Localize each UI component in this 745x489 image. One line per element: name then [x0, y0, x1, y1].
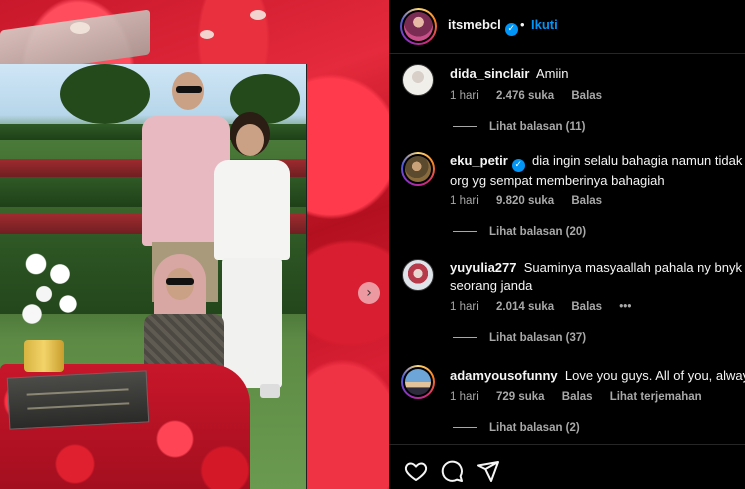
view-replies-label[interactable]: Lihat balasan (2)	[489, 422, 580, 434]
post-side-panel: itsmebcl ✓ • Ikuti dida_sinclair Amiin 1 …	[389, 0, 745, 489]
reply-button[interactable]: Balas	[562, 391, 593, 403]
white-petal	[200, 30, 214, 39]
comment-time: 1 hari	[450, 301, 479, 313]
comment-meta: 1 hari 2.476 suka Balas	[450, 90, 616, 102]
commenter-avatar[interactable]	[402, 259, 434, 291]
comment-icon[interactable]	[440, 459, 464, 483]
comment-time: 1 hari	[450, 195, 479, 207]
comment-meta: 1 hari 9.820 suka Balas	[450, 195, 616, 207]
view-replies-button[interactable]: Lihat balasan (11)	[453, 121, 586, 133]
view-replies-label[interactable]: Lihat balasan (11)	[489, 121, 586, 133]
post-header: itsmebcl ✓ • Ikuti	[389, 0, 745, 54]
family-photo	[0, 64, 307, 489]
comment-username[interactable]: dida_sinclair	[450, 66, 529, 81]
reply-button[interactable]: Balas	[571, 90, 602, 102]
verified-badge-icon: ✓	[504, 23, 518, 36]
view-replies-label[interactable]: Lihat balasan (20)	[489, 226, 586, 238]
gold-vase	[24, 340, 64, 372]
white-petal	[70, 22, 90, 34]
comment-username[interactable]: adamyousofunny	[450, 368, 558, 383]
comment-text: eku_petir ✓ dia ingin selalu bahagia namu…	[450, 152, 745, 190]
commenter-avatar[interactable]	[402, 64, 434, 96]
see-translation-button[interactable]: Lihat terjemahan	[610, 391, 702, 403]
chevron-right-icon[interactable]: ›	[358, 282, 380, 304]
account-username[interactable]: itsmebcl ✓	[448, 17, 518, 36]
heart-icon[interactable]	[404, 459, 428, 483]
comment-body: Love you guys. All of you, always	[564, 368, 745, 383]
account-avatar[interactable]	[400, 8, 437, 45]
comment-text: dida_sinclair Amiin	[450, 65, 569, 83]
white-orchid	[12, 244, 92, 344]
comment-username[interactable]: yuyulia277	[450, 260, 517, 275]
comment-text: yuyulia277 Suaminya masyaallah pahala ny…	[450, 259, 745, 295]
comment-text: adamyousofunny Love you guys. All of you…	[450, 367, 745, 385]
reply-button[interactable]: Balas	[571, 301, 602, 313]
reply-button[interactable]: Balas	[571, 195, 602, 207]
comment-likes[interactable]: 2.014 suka	[496, 301, 554, 313]
comment-body-line2: seorang janda	[450, 278, 533, 293]
view-replies-button[interactable]: Lihat balasan (2)	[453, 422, 580, 434]
comment-body-line1: dia ingin selalu bahagia namun tidak lu	[532, 153, 745, 168]
comment-likes[interactable]: 2.476 suka	[496, 90, 554, 102]
view-replies-button[interactable]: Lihat balasan (20)	[453, 226, 586, 238]
commenter-avatar[interactable]	[401, 365, 435, 399]
comment-likes[interactable]: 9.820 suka	[496, 195, 554, 207]
username-text[interactable]: itsmebcl	[448, 17, 501, 32]
comment-username[interactable]: eku_petir	[450, 153, 508, 168]
verified-badge-icon: ✓	[511, 159, 525, 172]
more-options-icon[interactable]: •••	[619, 301, 631, 313]
comment-body-line2: org yg sempat memberinya bahagiah	[450, 173, 665, 188]
comment-body: Amiin	[536, 66, 569, 81]
post-action-bar	[389, 444, 745, 489]
comment-time: 1 hari	[450, 391, 479, 403]
comment-meta: 1 hari 2.014 suka Balas •••	[450, 301, 645, 313]
separator-dot: •	[520, 17, 525, 32]
post-media[interactable]: ›	[0, 0, 389, 489]
share-icon[interactable]	[476, 459, 500, 483]
comment-time: 1 hari	[450, 90, 479, 102]
white-petal	[250, 10, 266, 20]
follow-button[interactable]: Ikuti	[531, 17, 558, 32]
commenter-avatar[interactable]	[401, 152, 435, 186]
view-replies-label[interactable]: Lihat balasan (37)	[489, 332, 586, 344]
comment-likes[interactable]: 729 suka	[496, 391, 545, 403]
view-replies-button[interactable]: Lihat balasan (37)	[453, 332, 586, 344]
comment-body-line1: Suaminya masyaallah pahala ny bnyk m	[523, 260, 745, 275]
grave-plaque	[6, 370, 150, 430]
comment-meta: 1 hari 729 suka Balas Lihat terjemahan	[450, 391, 716, 403]
tree	[60, 64, 150, 124]
